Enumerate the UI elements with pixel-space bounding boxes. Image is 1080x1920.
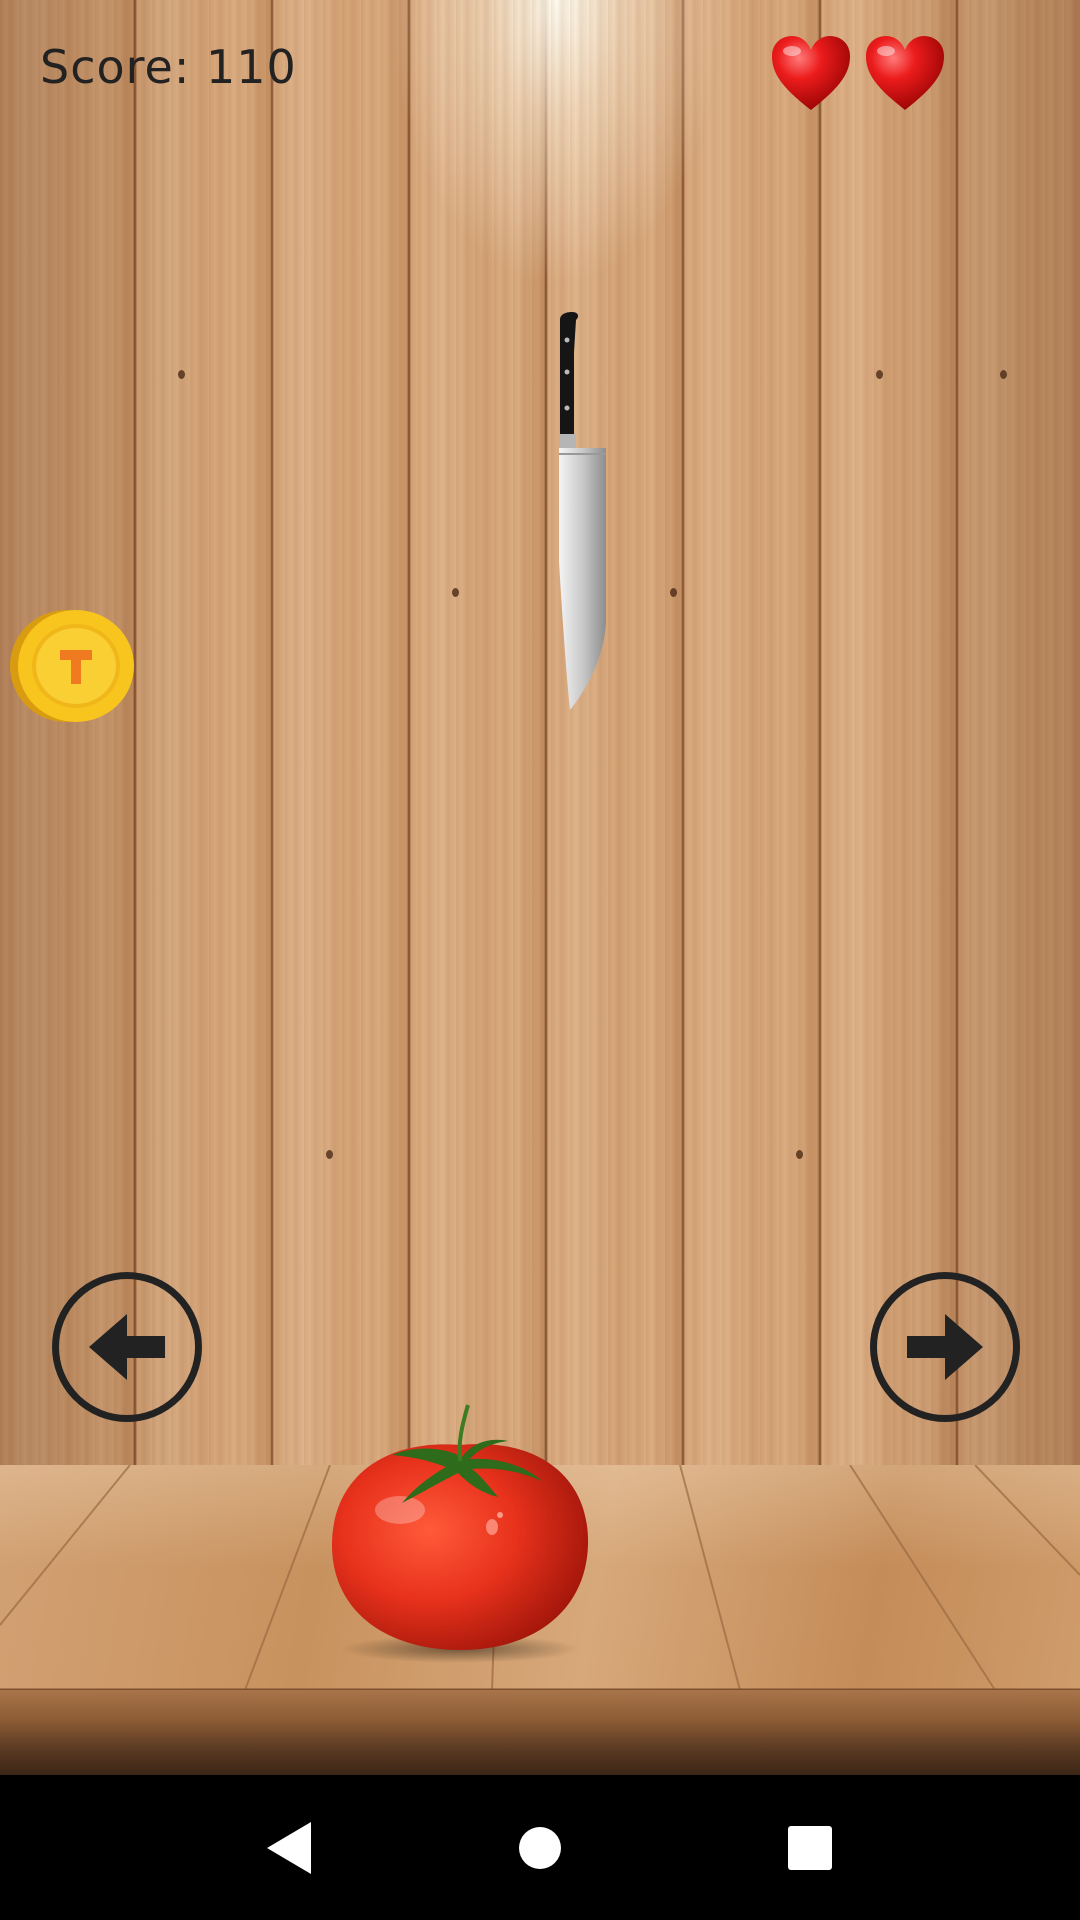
game-scene: Score: 110: [0, 0, 1080, 1775]
home-icon: [519, 1826, 561, 1869]
wood-knot: [326, 1150, 333, 1159]
back-icon: [267, 1821, 311, 1874]
back-button[interactable]: [230, 1775, 350, 1920]
wood-grain-overlay: [0, 0, 1080, 1465]
home-button[interactable]: [480, 1775, 600, 1920]
wood-knot: [670, 588, 677, 597]
system-navigation-bar: [0, 1775, 1080, 1920]
wood-knot: [1000, 370, 1007, 379]
knife-icon: [548, 312, 608, 716]
recents-button[interactable]: [750, 1775, 870, 1920]
wood-knot: [178, 370, 185, 379]
tomato-icon: [320, 1395, 600, 1669]
score-label: Score: 110: [40, 40, 297, 94]
table-edge: [0, 1690, 1080, 1775]
recents-icon: [788, 1825, 832, 1870]
arrow-right-icon: [907, 1314, 983, 1380]
wood-knot: [452, 588, 459, 597]
wood-knot: [796, 1150, 803, 1159]
move-right-button[interactable]: [870, 1272, 1020, 1422]
heart-icon: [864, 34, 946, 112]
arrow-left-icon: [89, 1314, 165, 1380]
move-left-button[interactable]: [52, 1272, 202, 1422]
coin-icon: [10, 608, 140, 728]
lives-indicator: [770, 34, 946, 112]
heart-icon: [770, 34, 852, 112]
wood-knot: [876, 370, 883, 379]
